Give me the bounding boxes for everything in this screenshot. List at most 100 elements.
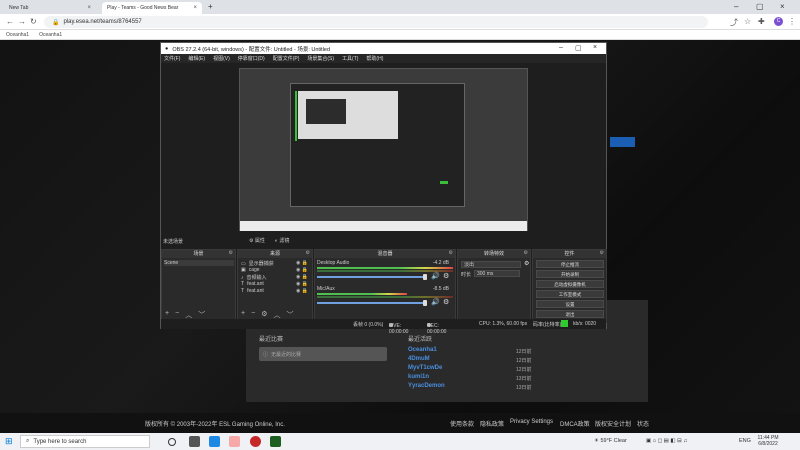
minimize-icon[interactable]: – xyxy=(734,2,738,11)
source-item[interactable]: ▣ cage xyxy=(241,267,260,273)
gear-icon[interactable]: ⚙ xyxy=(600,250,604,256)
windows-start-icon[interactable]: ⊞ xyxy=(5,436,13,447)
menu-view[interactable]: 视图(V) xyxy=(213,55,230,62)
taskbar-search[interactable]: ⌕ Type here to search xyxy=(20,435,150,448)
menu-edit[interactable]: 编辑(E) xyxy=(188,55,205,62)
player-link[interactable]: YyracDemon xyxy=(408,383,445,389)
transitions-header: 转场特效 xyxy=(458,250,530,258)
extensions-icon[interactable]: ✚ xyxy=(758,17,765,26)
star-icon[interactable]: ☆ xyxy=(744,17,751,26)
eye-icon[interactable]: ◉ 🔒 xyxy=(296,260,308,266)
footer-link[interactable]: DMCA政策 xyxy=(560,419,590,428)
widgets-icon[interactable] xyxy=(189,436,200,447)
tab-new-tab[interactable]: New Tab × xyxy=(4,2,96,14)
menu-help[interactable]: 帮助(H) xyxy=(366,55,383,62)
gear-icon[interactable]: ⚙ xyxy=(443,272,449,280)
menu-profile[interactable]: 配置文件(P) xyxy=(273,55,300,62)
close-icon[interactable]: × xyxy=(593,44,597,51)
source-item[interactable]: ♪ 音频输入 xyxy=(241,274,267,282)
player-link[interactable]: Oceanha1 xyxy=(408,347,437,353)
source-label: feat.ant xyxy=(247,288,264,294)
recent-search-box[interactable]: ⓘ 无最近的比赛 xyxy=(259,347,387,361)
gear-icon[interactable]: ⚙ xyxy=(449,250,453,256)
volume-slider[interactable] xyxy=(317,302,425,304)
eye-icon[interactable]: ◉ 🔒 xyxy=(296,288,308,294)
forward-icon[interactable]: → xyxy=(18,17,26,26)
gear-icon[interactable]: ⚙ xyxy=(524,250,528,256)
gear-icon[interactable]: ⚙ xyxy=(306,250,310,256)
player-link[interactable]: MyvT1cwDe xyxy=(408,365,442,371)
properties-button[interactable]: ⚙ 属性 xyxy=(249,237,265,244)
footer-link[interactable]: 版权安全计划 xyxy=(595,419,631,428)
start-recording-button[interactable]: 开始录制 xyxy=(536,270,604,278)
obs-window: ● OBS 27.2.4 (64-bit, windows) - 配置文件: U… xyxy=(160,42,607,335)
menu-tools[interactable]: 工具(T) xyxy=(342,55,358,62)
source-item[interactable]: T feat.ant xyxy=(241,281,264,287)
back-icon[interactable]: ← xyxy=(6,17,14,26)
menu-docks[interactable]: 停靠窗口(D) xyxy=(238,55,265,62)
task-view-icon[interactable] xyxy=(168,438,176,446)
menu-icon[interactable]: ⋮ xyxy=(788,17,796,26)
gear-icon[interactable]: ⚙ xyxy=(524,260,529,267)
taskbar-clock[interactable]: 11:44 PM 6/8/2022 xyxy=(748,435,788,447)
audio-meter xyxy=(317,293,407,295)
settings-button[interactable]: 设置 xyxy=(536,300,604,308)
volume-slider-handle[interactable] xyxy=(423,300,427,306)
close-window-icon[interactable]: × xyxy=(780,2,785,11)
close-icon[interactable]: × xyxy=(193,5,197,11)
eye-icon[interactable]: ◉ 🔒 xyxy=(296,267,308,273)
obs-title-bar: ● OBS 27.2.4 (64-bit, windows) - 配置文件: U… xyxy=(161,43,606,54)
edge-icon[interactable] xyxy=(209,436,220,447)
share-icon[interactable]: ⤴ xyxy=(730,17,738,28)
volume-slider[interactable] xyxy=(317,276,425,278)
exit-button[interactable]: 退出 xyxy=(536,310,604,318)
menu-scene-collection[interactable]: 场景集合(S) xyxy=(307,55,334,62)
chrome-icon[interactable] xyxy=(229,436,240,447)
duration-input[interactable]: 300 ms xyxy=(474,270,520,277)
scene-item[interactable]: Scene xyxy=(164,260,234,266)
player-link[interactable]: kumi1n xyxy=(408,374,429,380)
duration-label: 时长 xyxy=(461,272,472,278)
obs-title: OBS 27.2.4 (64-bit, windows) - 配置文件: Unt… xyxy=(172,46,331,53)
weather-text: ☀ 59°F Clear xyxy=(594,438,627,444)
virtual-camera-button[interactable]: 启动虚拟摄像机 xyxy=(536,280,604,288)
filters-button[interactable]: ◐ 滤镜 xyxy=(275,237,289,244)
obs-preview[interactable] xyxy=(239,68,528,231)
footer-link[interactable]: Privacy Settings xyxy=(510,419,553,425)
tray-icons[interactable]: ▣ ⌂ ◻ ▤ ◧ ⊟ ♫ xyxy=(646,438,687,444)
maximize-icon[interactable]: ▢ xyxy=(575,44,582,52)
source-item[interactable]: ▭ 显示器捕获 xyxy=(241,260,274,268)
avatar[interactable]: C xyxy=(774,17,783,26)
menu-file[interactable]: 文件(F) xyxy=(164,55,180,62)
footer-link[interactable]: 使用条款 xyxy=(450,419,474,428)
studio-mode-button[interactable]: 工作室模式 xyxy=(536,290,604,298)
minimize-icon[interactable]: – xyxy=(559,44,563,51)
transition-type-select[interactable]: 淡出 xyxy=(461,261,521,268)
footer-link[interactable]: 状态 xyxy=(637,419,649,428)
reload-icon[interactable]: ↻ xyxy=(30,17,37,26)
eye-icon[interactable]: ◉ 🔒 xyxy=(296,274,308,280)
maximize-icon[interactable]: ▢ xyxy=(756,2,764,11)
source-item[interactable]: T feat.ant xyxy=(241,288,264,294)
bookmark-item[interactable]: Oceanha1 xyxy=(39,32,62,38)
player-link[interactable]: 4DmuM xyxy=(408,356,430,362)
speaker-icon[interactable]: 🔊 xyxy=(431,298,440,306)
tab-play-teams[interactable]: Play - Teams - Good News Bear × xyxy=(102,2,202,14)
obs-taskbar-icon[interactable] xyxy=(270,436,281,447)
gear-icon[interactable]: ⚙ xyxy=(229,250,233,256)
page-accent-button[interactable] xyxy=(610,137,635,147)
new-tab-button[interactable]: + xyxy=(208,2,213,11)
volume-slider-handle[interactable] xyxy=(423,274,427,280)
bookmark-item[interactable]: Oceanha1 xyxy=(6,32,29,38)
image-icon: ▣ xyxy=(241,267,246,273)
page-footer: 版权所有 © 2003年-2022年 ESL Gaming Online, In… xyxy=(0,413,800,433)
url-input[interactable]: 🔒 play.esea.net/teams/8764557 xyxy=(44,16,708,28)
eye-icon[interactable]: ◉ 🔒 xyxy=(296,281,308,287)
close-icon[interactable]: × xyxy=(87,5,91,11)
speaker-icon[interactable]: 🔊 xyxy=(431,272,440,280)
app-icon[interactable] xyxy=(250,436,261,447)
footer-link[interactable]: 隐私政策 xyxy=(480,419,504,428)
filters-label: 滤镜 xyxy=(279,238,290,244)
stop-streaming-button[interactable]: 停止推流 xyxy=(536,260,604,268)
gear-icon[interactable]: ⚙ xyxy=(443,298,449,306)
